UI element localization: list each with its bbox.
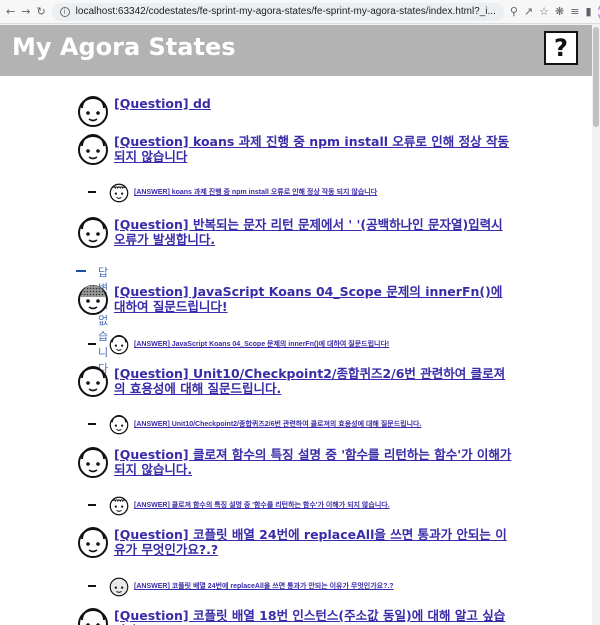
reading-list-icon[interactable]: ≡ [570, 5, 579, 19]
avatar-icon [77, 134, 109, 166]
question-title-link[interactable]: [Question] 반복되는 문자 리턴 문제에서 ' '(공백하나인 문자열… [114, 217, 514, 247]
avatar-icon [109, 335, 129, 355]
answer-dash-icon [88, 504, 96, 506]
question-title-link[interactable]: [Question] koans 과제 진행 중 npm install 오류로… [114, 134, 514, 164]
answer-dash-icon [88, 191, 96, 193]
avatar-icon [77, 217, 109, 249]
no-answer-text: 답변이 없습니다 [98, 266, 109, 375]
avatar-icon [77, 284, 109, 316]
bookmark-star-icon[interactable]: ☆ [539, 5, 549, 19]
avatar-icon [109, 577, 129, 597]
question-title-link[interactable]: [Question] Unit10/Checkpoint2/종합퀴즈2/6번 관… [114, 366, 514, 396]
browser-window: ← → ↻ i localhost:63342/codestates/fe-sp… [0, 0, 600, 625]
info-icon[interactable]: i [59, 6, 70, 17]
question-title-link[interactable]: [Question] 클로져 함수의 특징 설명 중 '함수를 리턴하는 함수'… [114, 447, 514, 477]
page-header: My Agora States ? [0, 25, 592, 76]
answer-title-link[interactable]: [ANSWER] koans 과제 진행 중 npm install 오류로 인… [134, 187, 377, 197]
answer-title-link[interactable]: [ANSWER] 클로져 함수의 특징 설명 중 '함수를 리턴하는 함수'가 … [134, 500, 390, 510]
question-title-link[interactable]: [Question] dd [114, 96, 514, 111]
side-panel-icon[interactable]: ▮ [585, 5, 591, 19]
avatar-icon [77, 96, 109, 128]
avatar-icon [109, 415, 129, 435]
avatar-icon [77, 527, 109, 559]
question-title-link[interactable]: [Question] 코플릿 배열 24번에 replaceAll을 쓰면 통과… [114, 527, 514, 557]
question-title-link[interactable]: [Question] JavaScript Koans 04_Scope 문제의… [114, 284, 514, 314]
zoom-icon[interactable]: ⚲ [510, 5, 518, 19]
url-text[interactable]: localhost:63342/codestates/fe-sprint-my-… [76, 6, 496, 17]
avatar-icon [77, 608, 109, 625]
avatar-icon [77, 447, 109, 479]
reload-icon[interactable]: ↻ [36, 5, 45, 19]
answer-title-link[interactable]: [ANSWER] 코플릿 배열 24번에 replaceAll을 쓰면 통과가 … [134, 581, 394, 591]
help-button[interactable]: ? [544, 31, 578, 65]
forward-icon[interactable]: → [21, 5, 30, 19]
address-bar[interactable]: i localhost:63342/codestates/fe-sprint-m… [51, 2, 504, 21]
question-title-link[interactable]: [Question] 코플릿 배열 18번 인스턴스(주소값 동일)에 대해 알… [114, 608, 514, 625]
avatar-icon [109, 183, 129, 203]
scrollbar[interactable] [592, 25, 600, 625]
page-title: My Agora States [12, 33, 236, 61]
extensions-icon[interactable]: ❋ [555, 5, 564, 19]
answer-dash-icon [88, 585, 96, 587]
scrollbar-thumb[interactable] [593, 27, 599, 127]
answer-title-link[interactable]: [ANSWER] Unit10/Checkpoint2/종합퀴즈2/6번 관련하… [134, 419, 421, 429]
answer-dash-icon [76, 270, 86, 272]
answer-dash-icon [88, 423, 96, 425]
back-icon[interactable]: ← [6, 5, 15, 19]
avatar-icon [109, 496, 129, 516]
answer-title-link[interactable]: [ANSWER] JavaScript Koans 04_Scope 문제의 i… [134, 339, 389, 349]
page-viewport: My Agora States ? [Question] dddd / 2022… [0, 25, 600, 625]
avatar-icon [77, 366, 109, 398]
share-icon[interactable]: ↗ [524, 5, 533, 19]
answer-dash-icon [88, 343, 96, 345]
browser-toolbar: ← → ↻ i localhost:63342/codestates/fe-sp… [0, 0, 600, 24]
